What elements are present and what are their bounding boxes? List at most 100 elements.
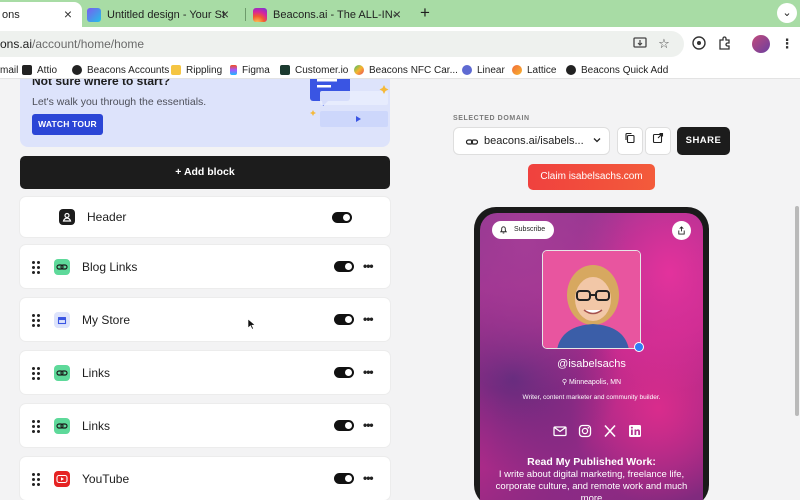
bookmark-label: Customer.io <box>295 64 349 76</box>
extensions-puzzle-icon[interactable] <box>716 35 734 53</box>
linkedin-icon[interactable] <box>627 423 643 439</box>
address-bar[interactable]: ons.ai/account/home/home ☆ <box>0 31 684 57</box>
block-row-header[interactable]: Header <box>20 197 390 237</box>
tab-canva[interactable]: Untitled design - Your Story - × <box>87 2 239 27</box>
bookmark-label: Linear <box>477 64 505 76</box>
tab-separator <box>245 8 246 21</box>
block-visibility-toggle[interactable] <box>334 473 354 484</box>
beacons-icon <box>566 65 576 75</box>
block-visibility-toggle[interactable] <box>334 314 354 325</box>
bookmark-beacons-accounts[interactable]: Beacons Accounts <box>72 63 169 77</box>
block-label: Header <box>87 210 127 224</box>
block-row-youtube[interactable]: YouTube ••• <box>20 457 390 500</box>
share-button[interactable]: SHARE <box>677 127 730 155</box>
section-heading: Read My Published Work: <box>527 456 656 468</box>
canva-favicon-icon <box>87 7 101 22</box>
chevron-down-icon <box>592 135 604 147</box>
drag-handle-icon[interactable] <box>32 261 40 274</box>
tab-title: ons <box>2 8 20 21</box>
share-profile-icon[interactable] <box>672 221 691 240</box>
copy-link-button[interactable] <box>617 127 643 155</box>
phone-preview: Subscribe @isabelsachs ⚲ Minneapolis, MN… <box>474 207 709 500</box>
beacons-editor-page: Not sure where to start? Let's walk you … <box>0 79 794 500</box>
link-icon <box>54 418 70 434</box>
phone-screen: Subscribe @isabelsachs ⚲ Minneapolis, MN… <box>480 213 703 500</box>
profile-avatar[interactable] <box>752 35 770 53</box>
profile-bio: Writer, content marketer and community b… <box>522 394 661 401</box>
bookmark-label: mail <box>0 64 19 76</box>
link-icon <box>54 259 70 275</box>
bookmark-linear[interactable]: Linear <box>462 63 505 77</box>
tab-search-button[interactable]: ⌄ <box>777 3 797 23</box>
page-scrollbar[interactable] <box>794 79 800 500</box>
selected-domain-label: SELECTED DOMAIN <box>453 115 530 122</box>
more-options-icon[interactable]: ••• <box>363 419 374 431</box>
bookmark-label: Figma <box>242 64 270 76</box>
beacons-icon <box>72 65 82 75</box>
browser-toolbar: ons.ai/account/home/home ☆ ⋮ <box>0 27 800 61</box>
domain-select[interactable]: beacons.ai/isabels... <box>453 127 610 155</box>
subscribe-label: Subscribe <box>514 226 546 233</box>
link-icon <box>54 365 70 381</box>
block-visibility-toggle[interactable] <box>332 212 352 223</box>
block-row-links[interactable]: Links ••• <box>20 351 390 394</box>
block-visibility-toggle[interactable] <box>334 367 354 378</box>
scrollbar-thumb[interactable] <box>795 206 799 416</box>
install-app-icon[interactable] <box>632 36 648 52</box>
new-tab-button[interactable]: + <box>416 4 434 22</box>
external-link-icon <box>652 132 664 144</box>
bookmark-figma[interactable]: Figma <box>230 63 270 77</box>
extension-icon[interactable] <box>690 35 708 53</box>
block-label: Blog Links <box>82 260 138 274</box>
bookmark-rippling[interactable]: Rippling <box>171 63 222 77</box>
bookmark-beacons-nfc[interactable]: Beacons NFC Car... <box>354 63 458 77</box>
mouse-cursor-icon <box>247 318 256 330</box>
profile-handle: @isabelsachs <box>557 358 626 370</box>
close-icon[interactable]: × <box>60 6 76 22</box>
more-options-icon[interactable]: ••• <box>363 366 374 378</box>
person-icon <box>59 209 75 225</box>
close-icon[interactable]: × <box>389 6 405 22</box>
tour-heading: Not sure where to start? <box>32 79 171 88</box>
x-twitter-icon[interactable] <box>602 423 618 439</box>
bookmark-lattice[interactable]: Lattice <box>512 63 556 77</box>
bookmark-label: Attio <box>37 64 58 76</box>
bookmark-star-icon[interactable]: ☆ <box>656 36 672 52</box>
drag-handle-icon[interactable] <box>32 367 40 380</box>
url-host: ons.ai <box>0 37 33 51</box>
tour-illustration <box>310 79 389 127</box>
link-icon <box>465 135 479 149</box>
subscribe-button[interactable]: Subscribe <box>492 221 554 239</box>
bookmark-beacons-quick-add[interactable]: Beacons Quick Add <box>566 63 668 77</box>
browser-menu-icon[interactable]: ⋮ <box>778 35 796 53</box>
block-row-links-2[interactable]: Links ••• <box>20 404 390 447</box>
block-visibility-toggle[interactable] <box>334 420 354 431</box>
add-block-button[interactable]: + Add block <box>20 156 390 189</box>
tab-instagram[interactable]: Beacons.ai - The ALL-IN-ONE × <box>253 2 411 27</box>
watch-tour-button[interactable]: WATCH TOUR <box>32 114 103 135</box>
rippling-icon <box>171 65 181 75</box>
email-icon[interactable] <box>552 423 568 439</box>
drag-handle-icon[interactable] <box>32 314 40 327</box>
more-options-icon[interactable]: ••• <box>363 260 374 272</box>
claim-domain-button[interactable]: Claim isabelsachs.com <box>528 164 655 190</box>
close-icon[interactable]: × <box>217 6 233 22</box>
watch-tour-card: Not sure where to start? Let's walk you … <box>20 79 390 147</box>
more-options-icon[interactable]: ••• <box>363 313 374 325</box>
location-pin-icon: ⚲ <box>561 379 569 386</box>
block-visibility-toggle[interactable] <box>334 261 354 272</box>
block-label: YouTube <box>82 472 130 486</box>
instagram-icon[interactable] <box>577 423 593 439</box>
block-label: My Store <box>82 313 131 327</box>
bookmark-mail[interactable]: mail <box>0 63 18 77</box>
block-row-my-store[interactable]: My Store ••• <box>20 298 390 341</box>
more-options-icon[interactable]: ••• <box>363 472 374 484</box>
bookmark-customer-io[interactable]: Customer.io <box>280 63 348 77</box>
block-row-blog-links[interactable]: Blog Links ••• <box>20 245 390 288</box>
open-link-button[interactable] <box>645 127 671 155</box>
tab-beacons-account[interactable]: ons × <box>0 2 82 27</box>
bell-icon <box>499 221 508 241</box>
bookmark-attio[interactable]: Attio <box>22 63 57 77</box>
drag-handle-icon[interactable] <box>32 473 40 486</box>
drag-handle-icon[interactable] <box>32 420 40 433</box>
